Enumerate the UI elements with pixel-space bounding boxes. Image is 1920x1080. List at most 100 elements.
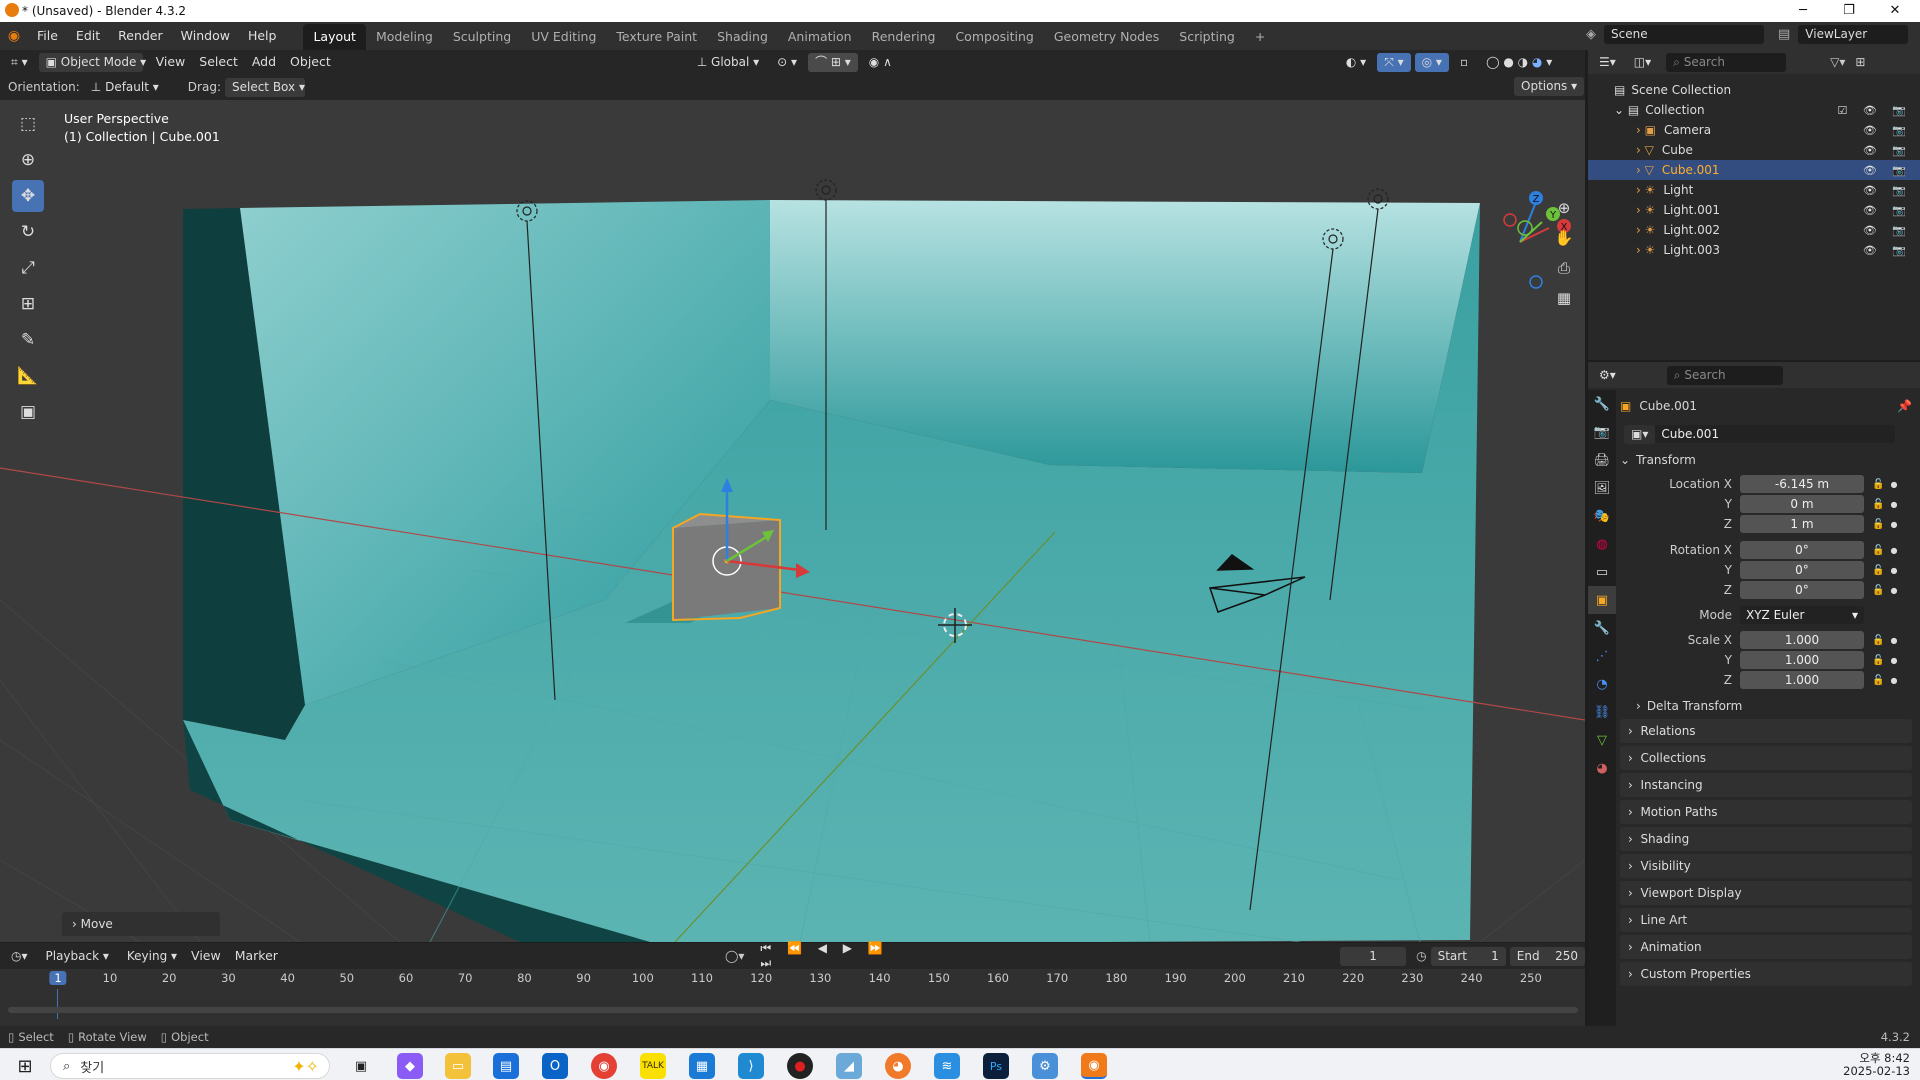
lock-icon[interactable]: 🔓 bbox=[1872, 675, 1884, 686]
auto-keying-icon[interactable]: ◯▾ bbox=[725, 949, 744, 963]
zoom-icon[interactable]: ⊕ bbox=[1550, 194, 1578, 222]
panel-motion-paths[interactable]: › Motion Paths bbox=[1620, 800, 1912, 824]
tab-compositing[interactable]: Compositing bbox=[945, 24, 1043, 50]
constraints-tab-icon[interactable]: ⛓ bbox=[1588, 698, 1616, 726]
keyframe-dot-icon[interactable]: ● bbox=[1890, 566, 1897, 575]
filter-icon[interactable]: ▽▾ bbox=[1830, 55, 1845, 69]
annotate-tool-icon[interactable]: ✎ bbox=[12, 324, 44, 356]
tab-rendering[interactable]: Rendering bbox=[862, 24, 946, 50]
menu-file[interactable]: File bbox=[28, 22, 67, 50]
snap-toggle-icon[interactable]: ⌒ ⊞ ▾ bbox=[808, 52, 858, 72]
visibility-icons[interactable]: 👁 📷 bbox=[1863, 184, 1912, 197]
outliner-item-light-002[interactable]: › ☀ Light.002 👁 📷 bbox=[1588, 220, 1920, 240]
output-tab-icon[interactable]: 🖨 bbox=[1588, 446, 1616, 474]
outliner-item-light-001[interactable]: › ☀ Light.001 👁 📷 bbox=[1588, 200, 1920, 220]
photoshop-icon[interactable]: Ps bbox=[983, 1053, 1009, 1079]
location-z-field[interactable]: 1 m bbox=[1740, 515, 1864, 533]
scene-collection-row[interactable]: ▤ Scene Collection bbox=[1588, 80, 1920, 100]
end-frame-field[interactable]: End 250 bbox=[1509, 946, 1585, 966]
scale-z-field[interactable]: 1.000 bbox=[1740, 671, 1864, 689]
store-icon[interactable]: ▤ bbox=[493, 1053, 519, 1079]
scene-tab-icon[interactable]: 🎭 bbox=[1588, 502, 1616, 530]
location-y-field[interactable]: 0 m bbox=[1740, 495, 1864, 513]
cursor-tool-icon[interactable]: ⊕ bbox=[12, 144, 44, 176]
close-button[interactable]: ✕ bbox=[1872, 0, 1918, 22]
menu-render[interactable]: Render bbox=[109, 22, 172, 50]
keyframe-dot-icon[interactable]: ● bbox=[1890, 520, 1897, 529]
taskbar-search-box[interactable]: ⌕ 찾기 ✦✧ bbox=[50, 1053, 330, 1079]
visibility-icons[interactable]: 👁 📷 bbox=[1863, 244, 1912, 257]
clock-icon[interactable]: ◷ bbox=[1416, 949, 1426, 963]
visibility-icons[interactable]: 👁 📷 bbox=[1863, 204, 1912, 217]
timeline-scrollbar[interactable] bbox=[8, 1007, 1578, 1013]
collection-visibility-icons[interactable]: ☑ 👁 📷 bbox=[1837, 104, 1912, 117]
panel-relations[interactable]: › Relations bbox=[1620, 719, 1912, 743]
collection-row[interactable]: ⌄ ▤ Collection ☑ 👁 📷 bbox=[1588, 100, 1920, 120]
editor-type-icon[interactable]: ⌗ ▾ bbox=[4, 52, 35, 72]
keyframe-dot-icon[interactable]: ● bbox=[1890, 480, 1897, 489]
menu-edit[interactable]: Edit bbox=[67, 22, 109, 50]
tab-modeling[interactable]: Modeling bbox=[366, 24, 443, 50]
outliner-item-camera[interactable]: › ▣ Camera 👁 📷 bbox=[1588, 120, 1920, 140]
scale-tool-icon[interactable]: ⤢ bbox=[12, 252, 44, 284]
panel-shading[interactable]: › Shading bbox=[1620, 827, 1912, 851]
material-tab-icon[interactable]: ◕ bbox=[1588, 754, 1616, 782]
pan-hand-icon[interactable]: ✋ bbox=[1550, 224, 1578, 252]
kakaotalk-icon[interactable]: TALK bbox=[640, 1053, 666, 1079]
panel-viewport-display[interactable]: › Viewport Display bbox=[1620, 881, 1912, 905]
tab-scripting[interactable]: Scripting bbox=[1169, 24, 1245, 50]
visibility-icons[interactable]: 👁 📷 bbox=[1863, 164, 1912, 177]
keyframe-dot-icon[interactable]: ● bbox=[1890, 546, 1897, 555]
outliner-editor-icon[interactable]: ☰▾ bbox=[1592, 52, 1623, 72]
tab-geometry-nodes[interactable]: Geometry Nodes bbox=[1044, 24, 1169, 50]
task-view-icon[interactable]: ▣ bbox=[348, 1053, 374, 1079]
start-frame-field[interactable]: Start 1 bbox=[1430, 946, 1506, 966]
menu-window[interactable]: Window bbox=[172, 22, 239, 50]
current-frame-field[interactable]: 1 bbox=[1339, 946, 1407, 966]
outliner-item-light[interactable]: › ☀ Light 👁 📷 bbox=[1588, 180, 1920, 200]
display-mode-icon[interactable]: ◫▾ bbox=[1626, 52, 1659, 72]
panel-animation[interactable]: › Animation bbox=[1620, 935, 1912, 959]
rotation-x-field[interactable]: 0° bbox=[1740, 541, 1864, 559]
keyframe-dot-icon[interactable]: ● bbox=[1890, 656, 1897, 665]
menu-select[interactable]: Select bbox=[192, 50, 245, 74]
properties-editor-icon[interactable]: ⚙▾ bbox=[1592, 365, 1623, 385]
location-x-field[interactable]: -6.145 m bbox=[1740, 475, 1864, 493]
particles-tab-icon[interactable]: ⋰ bbox=[1588, 642, 1616, 670]
playback-controls[interactable]: ⏮ ⏪ ◀ ▶ ⏩ ⏭ bbox=[760, 941, 900, 971]
measure-tool-icon[interactable]: 📐 bbox=[12, 360, 44, 392]
pin-icon[interactable]: 📌 bbox=[1897, 399, 1912, 413]
last-operator-panel[interactable]: › Move bbox=[62, 912, 220, 936]
playback-menu[interactable]: Playback ▾ bbox=[38, 946, 116, 966]
orientation-dropdown[interactable]: ⊥ Default ▾ bbox=[83, 77, 178, 97]
data-tab-icon[interactable]: ▽ bbox=[1588, 726, 1616, 754]
panel-collections[interactable]: › Collections bbox=[1620, 746, 1912, 770]
add-workspace-button[interactable]: + bbox=[1245, 24, 1275, 50]
menu-view[interactable]: View bbox=[149, 50, 193, 74]
rotation-z-field[interactable]: 0° bbox=[1740, 581, 1864, 599]
copilot-icon[interactable]: ◆ bbox=[397, 1053, 423, 1079]
timeline-view-menu[interactable]: View bbox=[184, 944, 228, 968]
panel-instancing[interactable]: › Instancing bbox=[1620, 773, 1912, 797]
frame-ruler[interactable]: 1 10 20 30 40 50 60 70 80 90 100 110 120 130 140 150 16… bbox=[0, 969, 1585, 989]
control-panel-icon[interactable]: ⚙ bbox=[1032, 1053, 1058, 1079]
physics-tab-icon[interactable]: ◔ bbox=[1588, 670, 1616, 698]
marker-menu[interactable]: Marker bbox=[228, 944, 285, 968]
chrome-icon[interactable]: ◉ bbox=[591, 1053, 617, 1079]
datablock-browse-icon[interactable]: ▣▾ bbox=[1624, 424, 1656, 444]
transform-tool-icon[interactable]: ⊞ bbox=[12, 288, 44, 320]
proportional-edit-icon[interactable]: ◉ ∧ bbox=[861, 52, 899, 72]
menu-add[interactable]: Add bbox=[245, 50, 283, 74]
file-explorer-icon[interactable]: ▭ bbox=[445, 1053, 471, 1079]
menu-object[interactable]: Object bbox=[283, 50, 338, 74]
tab-uv-editing[interactable]: UV Editing bbox=[521, 24, 606, 50]
outlook-icon[interactable]: O bbox=[542, 1053, 568, 1079]
object-mode-dropdown[interactable]: ▣ Object Mode ▾ bbox=[38, 52, 146, 72]
windows-app-icon[interactable]: ≋ bbox=[934, 1053, 960, 1079]
select-box-tool-icon[interactable]: ⬚ bbox=[12, 108, 44, 140]
view-layer-selector[interactable]: ViewLayer bbox=[1798, 25, 1909, 44]
collection-tab-icon[interactable]: ▭ bbox=[1588, 558, 1616, 586]
lock-icon[interactable]: 🔓 bbox=[1872, 545, 1884, 556]
visibility-icons[interactable]: 👁 📷 bbox=[1863, 144, 1912, 157]
windows-start-icon[interactable]: ⊞ bbox=[12, 1053, 38, 1079]
